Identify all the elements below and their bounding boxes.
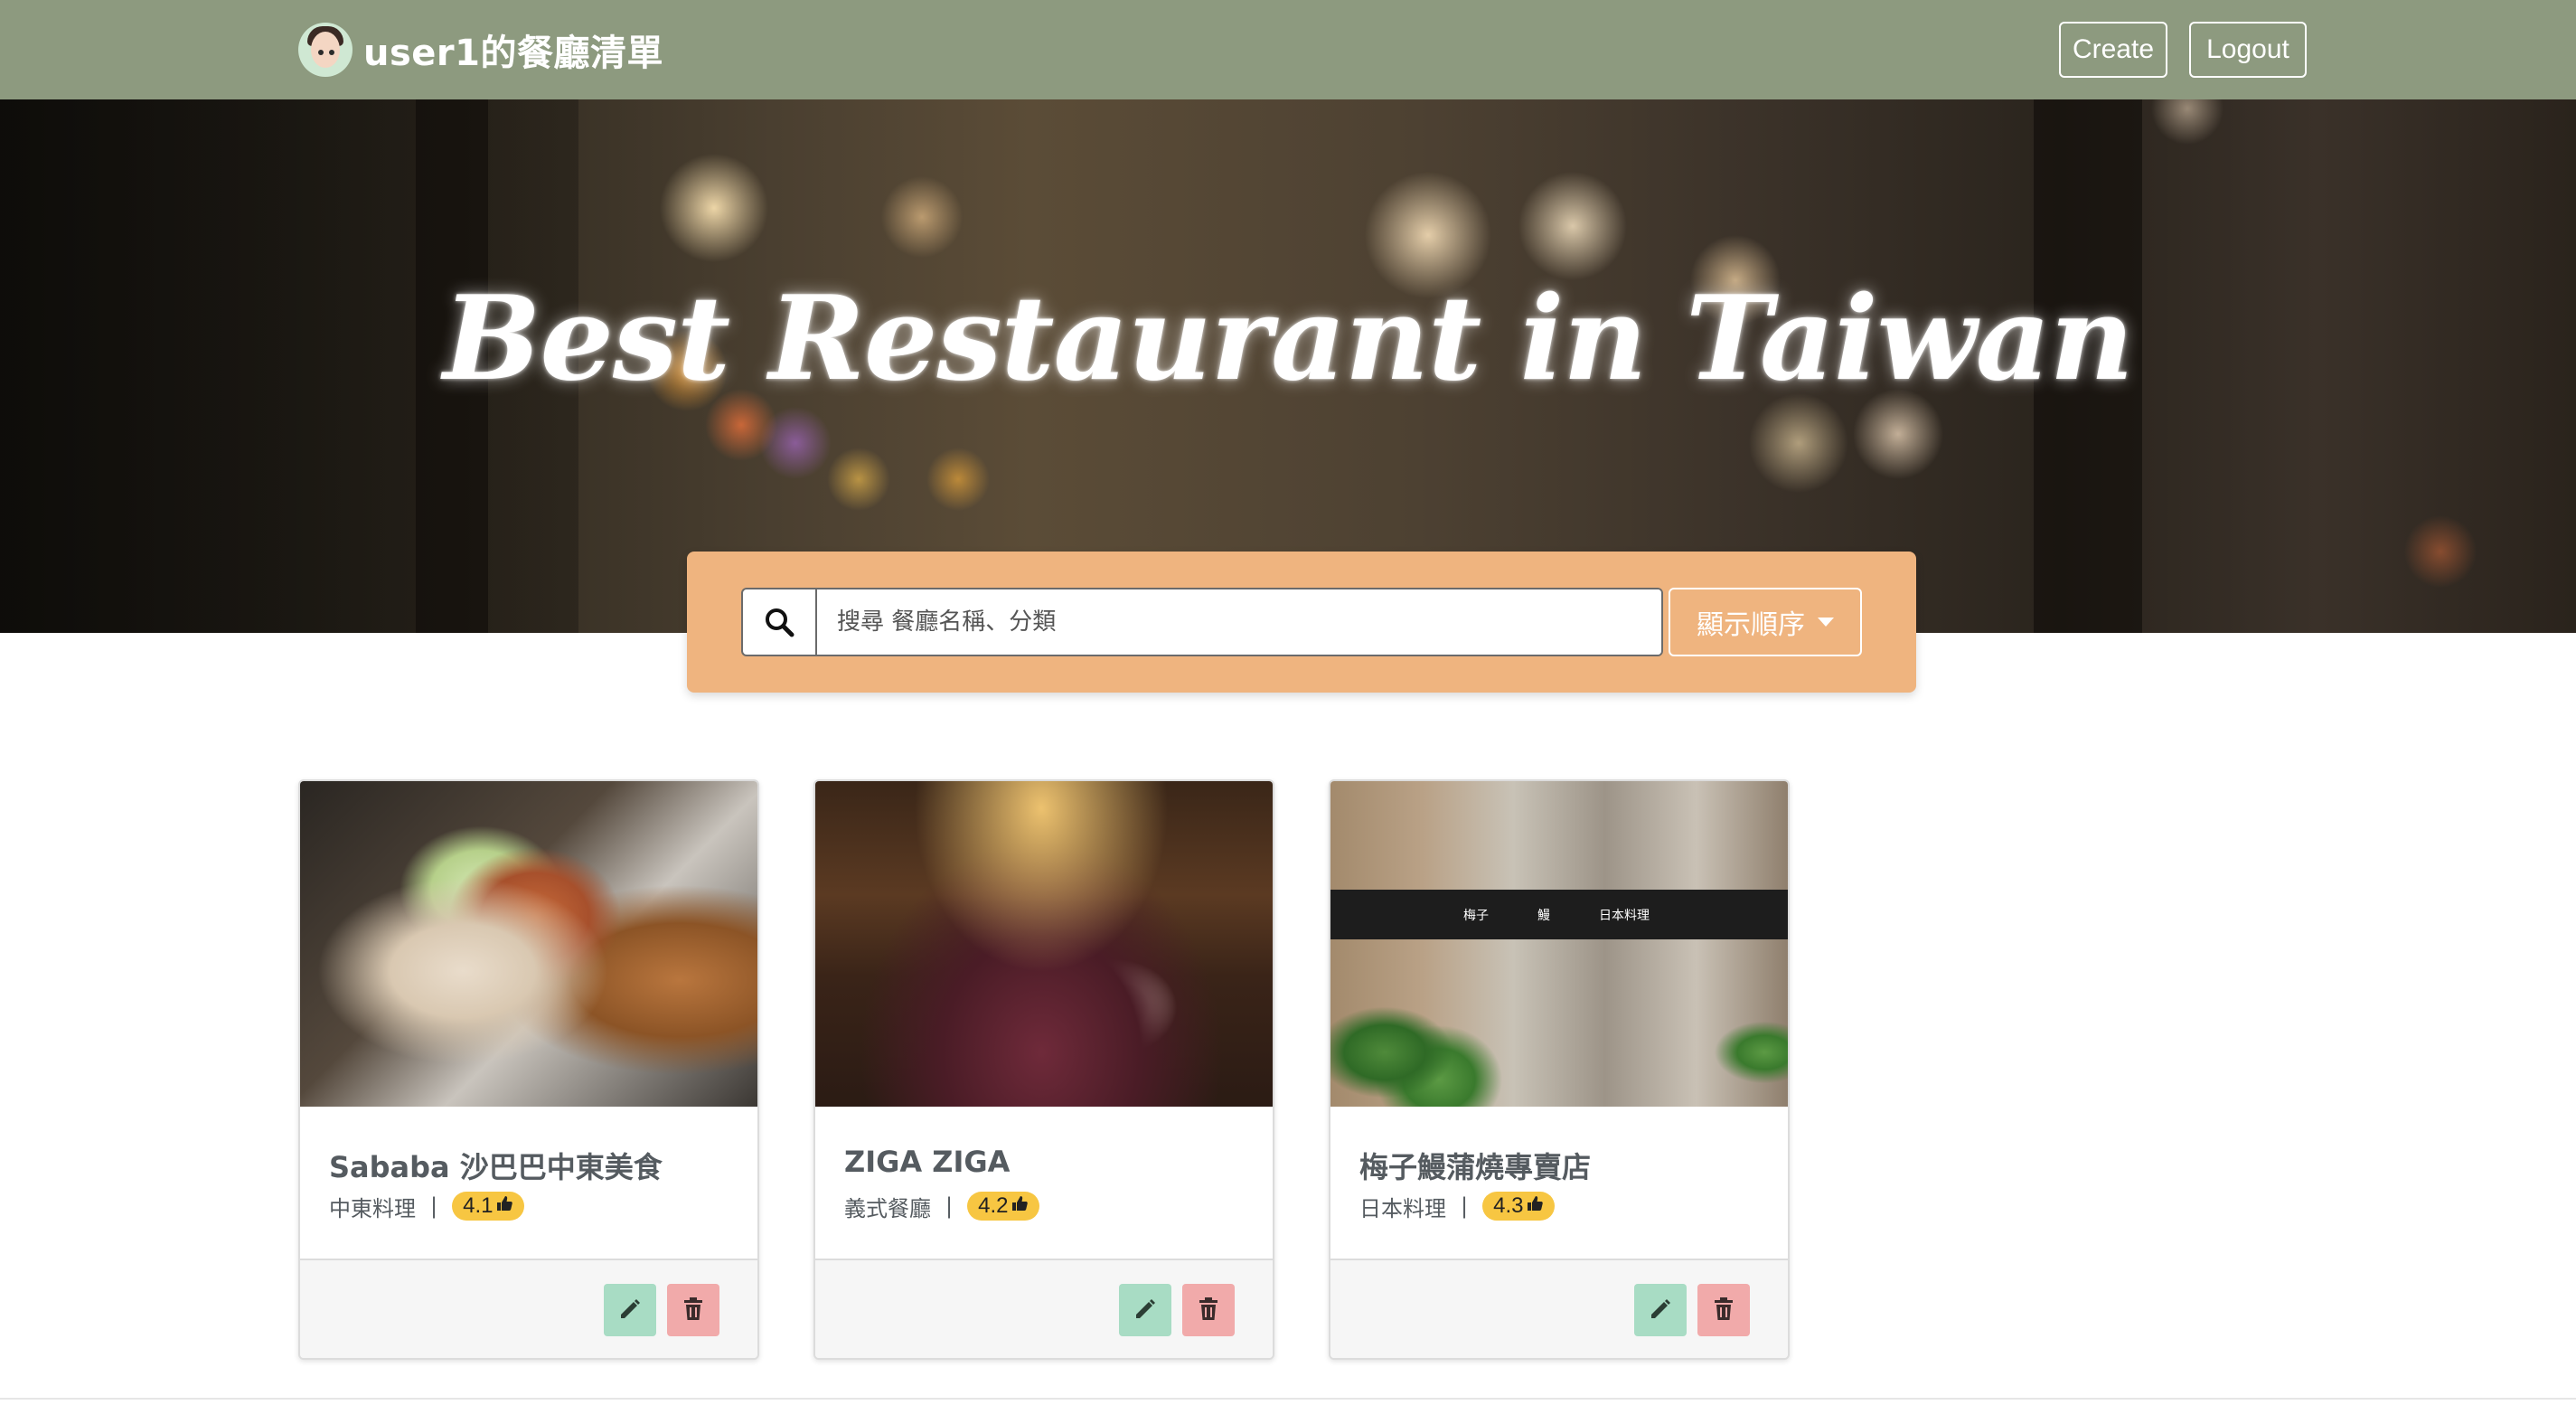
restaurant-category: 義式餐廳	[844, 1195, 931, 1221]
rating-value: 4.2	[978, 1193, 1009, 1218]
restaurant-meta: 中東料理 | 4.1	[329, 1190, 525, 1222]
restaurant-card[interactable]: 梅子 鰻 日本料理 梅子鰻蒲燒專賣店 日本料理 | 4.3	[1329, 779, 1790, 1360]
card-footer	[815, 1259, 1273, 1358]
card-footer	[300, 1259, 757, 1358]
edit-button[interactable]	[1119, 1284, 1171, 1336]
brand-title: user1的餐廳清單	[363, 33, 663, 74]
sort-dropdown-button[interactable]: 顯示順序	[1669, 588, 1862, 656]
trash-icon	[682, 1297, 705, 1325]
search-panel: 顯示順序	[687, 552, 1916, 693]
meta-divider: |	[1461, 1193, 1469, 1219]
restaurant-meta: 義式餐廳 | 4.2	[844, 1190, 1040, 1222]
pencil-icon	[1648, 1297, 1673, 1325]
search-icon[interactable]	[743, 589, 817, 655]
rating-value: 4.1	[463, 1193, 494, 1218]
restaurant-image[interactable]: 梅子 鰻 日本料理	[1330, 781, 1788, 1107]
edit-button[interactable]	[604, 1284, 656, 1336]
brand[interactable]: user1的餐廳清單	[298, 22, 663, 78]
create-button[interactable]: Create	[2059, 22, 2167, 78]
rating-badge: 4.1	[452, 1192, 525, 1221]
restaurant-card[interactable]: Sababa 沙巴巴中東美食 中東料理 | 4.1	[298, 779, 759, 1360]
avatar	[298, 23, 353, 77]
restaurant-category: 中東料理	[329, 1195, 416, 1221]
restaurant-name[interactable]: 梅子鰻蒲燒專賣店	[1359, 1145, 1591, 1186]
meta-divider: |	[430, 1193, 438, 1219]
caret-down-icon	[1818, 618, 1834, 627]
page-bottom-divider	[0, 1398, 2576, 1400]
restaurant-name[interactable]: Sababa 沙巴巴中東美食	[329, 1145, 663, 1186]
restaurant-image[interactable]	[300, 781, 757, 1107]
rating-badge: 4.2	[967, 1192, 1040, 1221]
delete-button[interactable]	[667, 1284, 719, 1336]
sort-dropdown-label: 顯示順序	[1697, 609, 1805, 641]
card-footer	[1330, 1259, 1788, 1358]
pencil-icon	[617, 1297, 643, 1325]
navbar: user1的餐廳清單 Create Logout	[0, 0, 2576, 99]
rating-badge: 4.3	[1482, 1192, 1556, 1221]
edit-button[interactable]	[1634, 1284, 1687, 1336]
delete-button[interactable]	[1182, 1284, 1235, 1336]
thumbs-up-icon	[495, 1194, 513, 1218]
restaurant-category: 日本料理	[1359, 1195, 1446, 1221]
storefront-sign: 梅子 鰻 日本料理	[1463, 909, 1650, 923]
search-group	[741, 588, 1663, 656]
trash-icon	[1197, 1297, 1220, 1325]
hero-title: Best Restaurant in Taiwan	[443, 271, 2134, 407]
pencil-icon	[1133, 1297, 1158, 1325]
rating-value: 4.3	[1493, 1193, 1524, 1218]
delete-button[interactable]	[1697, 1284, 1750, 1336]
restaurant-name[interactable]: ZIGA ZIGA	[844, 1145, 1010, 1179]
thumbs-up-icon	[1526, 1194, 1544, 1218]
restaurant-card[interactable]: ZIGA ZIGA 義式餐廳 | 4.2	[813, 779, 1274, 1360]
trash-icon	[1712, 1297, 1735, 1325]
restaurant-image[interactable]	[815, 781, 1273, 1107]
search-input[interactable]	[817, 589, 1661, 655]
logout-button[interactable]: Logout	[2189, 22, 2307, 78]
thumbs-up-icon	[1011, 1194, 1029, 1218]
restaurant-meta: 日本料理 | 4.3	[1359, 1190, 1556, 1222]
meta-divider: |	[945, 1193, 954, 1219]
